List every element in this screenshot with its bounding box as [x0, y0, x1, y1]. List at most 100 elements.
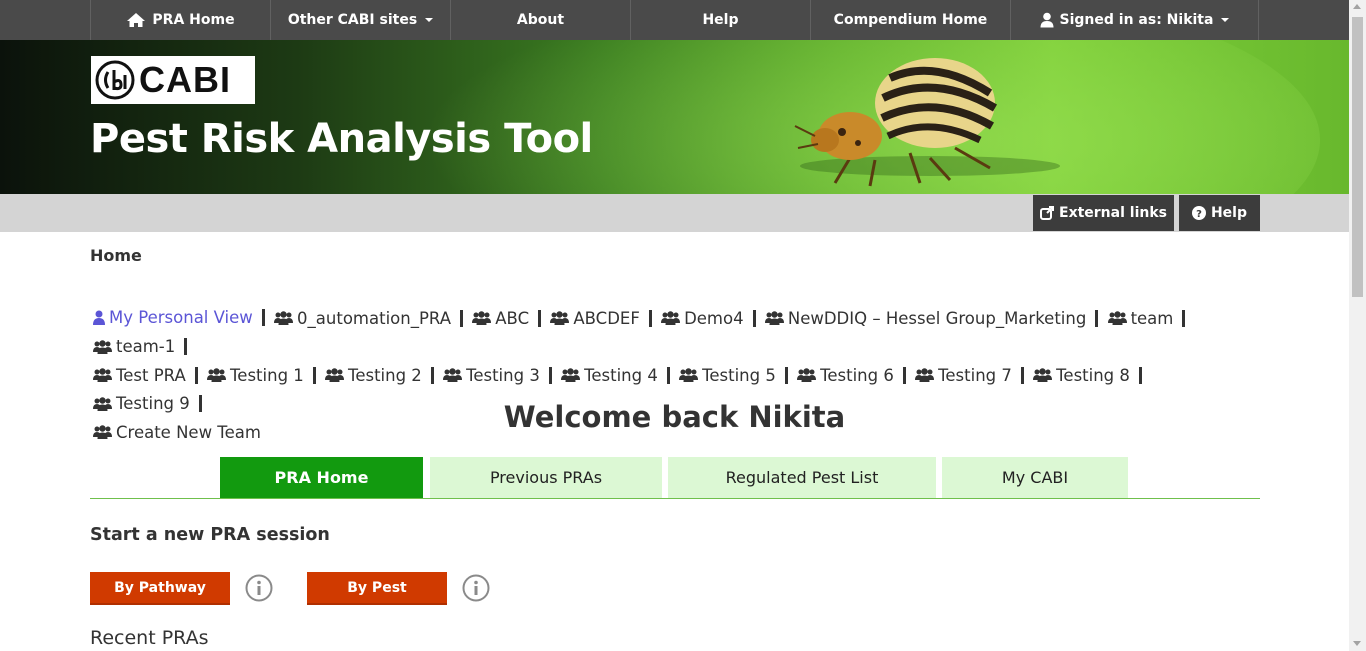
by-pest-button[interactable]: By Pest — [307, 572, 447, 605]
scroll-down-arrow-icon[interactable] — [1353, 641, 1361, 646]
tab-regulated-pest-list[interactable]: Regulated Pest List — [668, 457, 936, 498]
separator — [1095, 309, 1099, 327]
team-link-label: Testing 5 — [702, 365, 776, 385]
separator — [666, 366, 670, 384]
separator — [460, 309, 464, 327]
tab-pra-home[interactable]: PRA Home — [220, 457, 423, 498]
nav-signed-in-label: Signed in as: Nikita — [1059, 12, 1214, 28]
user-icon — [93, 310, 105, 325]
nav-other-cabi-sites[interactable]: Other CABI sites — [270, 0, 450, 40]
external-links-button[interactable]: External links — [1033, 195, 1174, 231]
team-link-label: team-1 — [116, 337, 176, 356]
team-link-label: Demo4 — [684, 308, 744, 328]
users-icon — [207, 368, 227, 382]
cabi-logo-text: CABI — [139, 59, 231, 100]
separator — [902, 366, 906, 384]
svg-text:?: ? — [1196, 209, 1202, 220]
users-icon — [325, 368, 345, 382]
nav-about[interactable]: About — [450, 0, 630, 40]
question-circle-icon: ? — [1191, 206, 1206, 220]
nav-signed-in-user[interactable]: Signed in as: Nikita — [1010, 0, 1259, 40]
team-link[interactable]: Testing 1 — [207, 362, 320, 389]
users-icon — [443, 368, 463, 382]
team-link[interactable]: Testing 4 — [561, 362, 674, 389]
tab-previous-pras[interactable]: Previous PRAs — [430, 457, 662, 498]
help-button[interactable]: ? Help — [1179, 195, 1260, 231]
team-link[interactable]: 0_automation_PRA — [274, 305, 467, 332]
users-icon — [93, 368, 112, 382]
team-link[interactable]: Demo4 — [661, 305, 760, 332]
users-icon — [661, 311, 681, 325]
team-link[interactable]: team — [1107, 305, 1190, 332]
by-pathway-button[interactable]: By Pathway — [90, 572, 230, 605]
welcome-heading: Welcome back Nikita — [503, 400, 846, 434]
users-icon — [1107, 311, 1127, 325]
separator — [1182, 309, 1186, 327]
info-icon[interactable] — [245, 574, 273, 602]
home-icon — [127, 13, 146, 27]
team-link-label: Test PRA — [116, 365, 186, 385]
separator — [1138, 366, 1142, 384]
team-link-label: Testing 8 — [1056, 365, 1130, 385]
help-label: Help — [1210, 205, 1248, 221]
separator — [430, 366, 434, 384]
scrollbar-thumb[interactable] — [1352, 17, 1363, 297]
users-icon — [679, 368, 699, 382]
separator — [538, 309, 542, 327]
team-link[interactable]: NewDDIQ – Hessel Group_Marketing — [764, 305, 1102, 332]
team-link[interactable]: Testing 2 — [325, 362, 438, 389]
separator — [648, 309, 652, 327]
tab-divider — [90, 498, 1260, 499]
header-banner: CABI Pest Risk Analysis Tool — [0, 40, 1349, 194]
team-link[interactable]: team-1 — [93, 333, 191, 360]
separator — [784, 366, 788, 384]
cabi-logo-icon — [95, 60, 135, 100]
users-icon — [550, 311, 570, 325]
nav-pra-home[interactable]: PRA Home — [90, 0, 270, 40]
team-link[interactable]: Testing 8 — [1033, 362, 1146, 389]
team-link-label: Testing 2 — [348, 365, 422, 385]
top-navigation: PRA Home Other CABI sites About Help Com… — [0, 0, 1349, 40]
nav-help[interactable]: Help — [630, 0, 810, 40]
team-link[interactable]: Testing 7 — [915, 362, 1028, 389]
team-link[interactable]: Test PRA — [93, 362, 202, 389]
info-icon[interactable] — [462, 574, 490, 602]
separator — [261, 309, 265, 326]
team-link-label: Testing 6 — [820, 365, 894, 385]
users-icon — [797, 368, 817, 382]
team-link-label: ABC — [495, 308, 530, 328]
separator — [184, 338, 188, 355]
team-link[interactable]: ABCDEF — [550, 305, 655, 332]
team-link[interactable]: Testing 3 — [443, 362, 556, 389]
separator — [312, 366, 316, 384]
separator — [752, 309, 756, 327]
users-icon — [274, 311, 294, 325]
breadcrumb[interactable]: Home — [90, 246, 142, 265]
scroll-up-arrow-icon[interactable] — [1353, 4, 1361, 9]
team-link[interactable]: Testing 6 — [797, 362, 910, 389]
chevron-down-icon — [1221, 18, 1230, 22]
nav-compendium-home-label: Compendium Home — [833, 12, 988, 28]
team-link-label: 0_automation_PRA — [297, 308, 452, 328]
tab-my-cabi[interactable]: My CABI — [942, 457, 1128, 498]
users-icon — [764, 311, 784, 325]
team-link-label: My Personal View — [109, 308, 253, 327]
nav-compendium-home[interactable]: Compendium Home — [810, 0, 1010, 40]
nav-pra-home-label: PRA Home — [152, 12, 235, 28]
start-session-heading: Start a new PRA session — [90, 525, 330, 545]
team-link[interactable]: Testing 5 — [679, 362, 792, 389]
chevron-down-icon — [425, 18, 434, 22]
recent-pras-heading: Recent PRAs — [90, 627, 209, 649]
separator — [1020, 366, 1024, 384]
separator — [548, 366, 552, 384]
user-icon — [1040, 12, 1054, 28]
team-link-label: ABCDEF — [573, 308, 640, 328]
nav-help-label: Help — [702, 12, 739, 28]
team-link[interactable]: ABC — [472, 305, 545, 332]
team-link-label: team — [1130, 308, 1174, 328]
cabi-logo[interactable]: CABI — [91, 56, 255, 104]
page-title: Pest Risk Analysis Tool — [90, 116, 593, 162]
team-link-label: Testing 3 — [466, 365, 540, 385]
team-link-my-personal-view[interactable]: My Personal View — [93, 304, 269, 331]
team-link-label: Testing 1 — [230, 365, 304, 385]
